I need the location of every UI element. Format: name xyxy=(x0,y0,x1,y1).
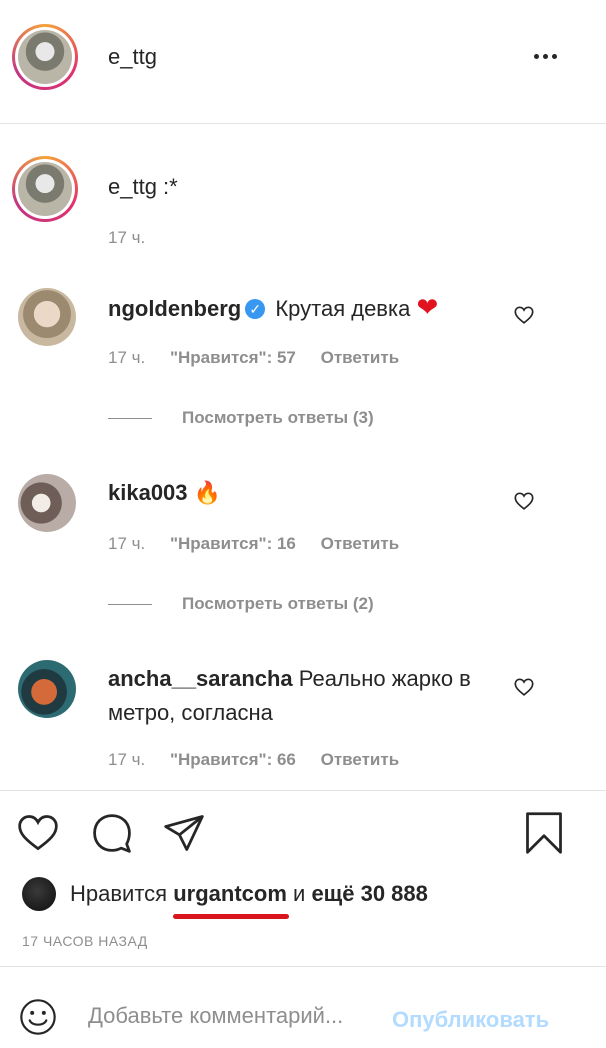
comment-time: 17 ч. xyxy=(108,750,146,769)
comment-time: 17 ч. xyxy=(108,534,146,553)
emoji-smile-icon[interactable] xyxy=(18,997,58,1037)
comment-like-icon[interactable] xyxy=(513,490,535,512)
author-username[interactable]: e_ttg xyxy=(108,44,157,70)
caption-avatar[interactable] xyxy=(12,156,78,222)
post-header: e_ttg xyxy=(0,0,606,124)
replies-divider xyxy=(108,603,152,605)
comment-meta: 17 ч. "Нравится": 57 Ответить xyxy=(108,348,419,368)
liker-username[interactable]: urgantcom xyxy=(173,881,289,919)
likes-conjunction: и xyxy=(293,881,306,906)
comment-bubble-icon[interactable] xyxy=(90,811,134,855)
post-timestamp[interactable]: 17 ЧАСОВ НАЗАД xyxy=(22,933,148,949)
commenter-avatar[interactable] xyxy=(18,474,76,532)
reply-button[interactable]: Ответить xyxy=(321,750,400,769)
comment-likes[interactable]: "Нравится": 66 xyxy=(170,750,296,769)
comment-like-icon[interactable] xyxy=(513,676,535,698)
view-replies-button[interactable]: Посмотреть ответы (2) xyxy=(108,594,374,614)
commenter-avatar[interactable] xyxy=(18,660,76,718)
comment-meta: 17 ч. "Нравится": 16 Ответить xyxy=(108,534,419,554)
comment-likes[interactable]: "Нравится": 57 xyxy=(170,348,296,367)
reply-button[interactable]: Ответить xyxy=(321,348,400,367)
view-replies-label: Посмотреть ответы (2) xyxy=(182,594,374,613)
comment-username[interactable]: ngoldenberg xyxy=(108,296,241,321)
likes-summary: Нравится urgantcom и ещё 30 888 xyxy=(22,877,428,919)
heart-emoji-icon: ❤ xyxy=(416,292,439,322)
replies-divider xyxy=(108,417,152,419)
view-replies-label: Посмотреть ответы (3) xyxy=(182,408,374,427)
comment-time: 17 ч. xyxy=(108,348,146,367)
publish-button[interactable]: Опубликовать xyxy=(392,1007,549,1033)
comment-input[interactable] xyxy=(88,1003,388,1029)
caption-text: e_ttg :* xyxy=(108,174,178,199)
comment-text: Крутая девка xyxy=(275,296,411,321)
comment-like-icon[interactable] xyxy=(513,304,535,326)
comment-likes[interactable]: "Нравится": 16 xyxy=(170,534,296,553)
caption-time: 17 ч. xyxy=(108,228,146,247)
share-paper-plane-icon[interactable] xyxy=(162,811,206,855)
more-options-icon[interactable] xyxy=(534,50,564,62)
fire-emoji-icon: 🔥 xyxy=(193,480,222,505)
comment-username[interactable]: ancha__sarancha xyxy=(108,666,293,691)
save-bookmark-icon[interactable] xyxy=(522,811,566,855)
verified-badge-icon: ✓ xyxy=(245,299,266,319)
like-heart-icon[interactable] xyxy=(16,811,60,855)
add-comment-bar: Опубликовать xyxy=(0,966,606,1048)
commenter-avatar[interactable] xyxy=(18,288,76,346)
author-avatar[interactable] xyxy=(12,24,78,90)
likes-prefix: Нравится xyxy=(70,881,168,906)
liker-avatar[interactable] xyxy=(22,877,56,911)
comment-meta: 17 ч. "Нравится": 66 Ответить xyxy=(108,750,419,770)
likes-count[interactable]: ещё 30 888 xyxy=(311,881,427,907)
comment-username[interactable]: kika003 xyxy=(108,480,188,505)
reply-button[interactable]: Ответить xyxy=(321,534,400,553)
view-replies-button[interactable]: Посмотреть ответы (3) xyxy=(108,408,374,428)
